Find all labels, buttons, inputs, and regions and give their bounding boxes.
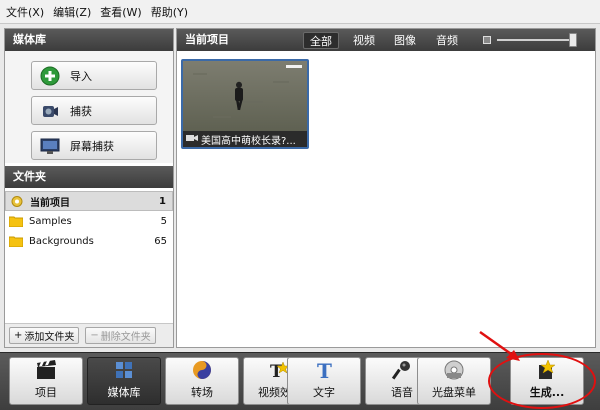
current-project-panel: 当前项目 全部 视频 图像 音频 美国高中萌校长录?... — [176, 28, 596, 348]
folders-title: 文件夹 — [5, 166, 173, 188]
folder-item-backgrounds[interactable]: Backgrounds 65 — [5, 231, 173, 251]
project-folder-icon — [10, 195, 24, 207]
folder-list: 当前项目 1 Samples 5 Backgrounds 65 — [5, 191, 173, 251]
import-label: 导入 — [70, 69, 92, 83]
toolbar-media-library-button[interactable]: 媒体库 — [87, 357, 161, 405]
folder-count: 5 — [160, 215, 167, 227]
screen-capture-label: 屏幕捕获 — [70, 139, 114, 153]
menu-file[interactable]: 文件(X) — [6, 4, 44, 20]
capture-button[interactable]: 捕获 — [31, 96, 157, 125]
current-project-title: 当前项目 — [185, 33, 229, 46]
tab-image[interactable]: 图像 — [388, 32, 422, 49]
toolbar-media-library-label: 媒体库 — [107, 386, 141, 399]
microphone-icon — [391, 359, 413, 381]
folder-count: 1 — [159, 195, 166, 207]
import-plus-icon — [40, 66, 60, 86]
tab-all[interactable]: 全部 — [303, 32, 339, 49]
menu-edit[interactable]: 编辑(Z) — [53, 4, 91, 20]
folder-count: 65 — [154, 235, 167, 247]
toolbar-voice-label: 语音 — [391, 386, 413, 399]
toolbar-transition-label: 转场 — [191, 386, 213, 399]
toolbar-produce-button[interactable]: 生成... — [510, 357, 584, 405]
slider-thumb[interactable] — [569, 33, 577, 47]
media-library-icon — [113, 359, 135, 381]
camcorder-icon — [40, 101, 60, 121]
transition-icon — [191, 359, 213, 381]
folder-item-samples[interactable]: Samples 5 — [5, 211, 173, 231]
clip-preview-image — [183, 61, 307, 131]
svg-text:T: T — [317, 359, 332, 381]
menu-help[interactable]: 帮助(Y) — [151, 4, 188, 20]
small-thumbnail-icon — [483, 36, 491, 44]
folder-name: Samples — [29, 215, 72, 227]
menu-bar: 文件(X) 编辑(Z) 查看(W) 帮助(Y) — [0, 0, 600, 24]
toolbar-text-button[interactable]: T 文字 — [287, 357, 361, 405]
main-header: 当前项目 全部 视频 图像 音频 — [177, 29, 595, 51]
toolbar-project-button[interactable]: 项目 — [9, 357, 83, 405]
folder-item-current-project[interactable]: 当前项目 1 — [5, 191, 173, 211]
media-library-title: 媒体库 — [5, 29, 173, 51]
slider-track[interactable] — [497, 39, 573, 41]
plus-icon: + — [14, 330, 23, 341]
tab-audio[interactable]: 音频 — [430, 32, 464, 49]
screen-capture-button[interactable]: 屏幕捕获 — [31, 131, 157, 160]
toolbar-transition-button[interactable]: 转场 — [165, 357, 239, 405]
add-folder-button[interactable]: + 添加文件夹 — [9, 327, 80, 344]
remove-folder-button[interactable]: − 删除文件夹 — [85, 327, 156, 344]
minus-icon: − — [90, 330, 99, 341]
capture-label: 捕获 — [70, 104, 92, 118]
folder-name: 当前项目 — [30, 197, 70, 209]
disc-menu-icon — [443, 359, 465, 381]
screen-capture-icon — [40, 136, 60, 156]
folder-actions: + 添加文件夹 − 删除文件夹 — [5, 323, 173, 347]
main-toolbar: 项目 媒体库 转场 T 视频效果 T 文字 语音 光盘菜单 生成... — [0, 352, 600, 410]
toolbar-produce-label: 生成... — [529, 386, 565, 399]
toolbar-project-label: 项目 — [35, 386, 57, 399]
import-button[interactable]: 导入 — [31, 61, 157, 90]
clip-caption: 美国高中萌校长录?... — [183, 131, 307, 147]
add-folder-label: 添加文件夹 — [24, 332, 75, 343]
remove-folder-label: 删除文件夹 — [100, 332, 151, 343]
thumbnail-size-slider[interactable] — [483, 33, 587, 47]
folder-name: Backgrounds — [29, 235, 94, 247]
media-library-panel: 媒体库 导入 捕获 屏幕捕获 文件夹 当前项目 1 Samples 5 Back… — [4, 28, 174, 348]
menu-view[interactable]: 查看(W) — [100, 4, 141, 20]
toolbar-text-label: 文字 — [313, 386, 335, 399]
clapperboard-icon — [35, 359, 57, 381]
folder-icon — [8, 236, 24, 247]
produce-icon — [536, 359, 558, 381]
clip-title: 美国高中萌校长录?... — [201, 135, 296, 147]
media-clip-thumbnail[interactable]: 美国高中萌校长录?... — [181, 59, 309, 149]
toolbar-disc-menu-label: 光盘菜单 — [432, 386, 476, 399]
toolbar-disc-menu-button[interactable]: 光盘菜单 — [417, 357, 491, 405]
text-icon: T — [313, 359, 335, 381]
library-actions: 导入 捕获 屏幕捕获 — [5, 51, 173, 163]
folder-icon — [8, 216, 24, 227]
video-camera-icon — [186, 134, 198, 145]
tab-video[interactable]: 视频 — [347, 32, 381, 49]
